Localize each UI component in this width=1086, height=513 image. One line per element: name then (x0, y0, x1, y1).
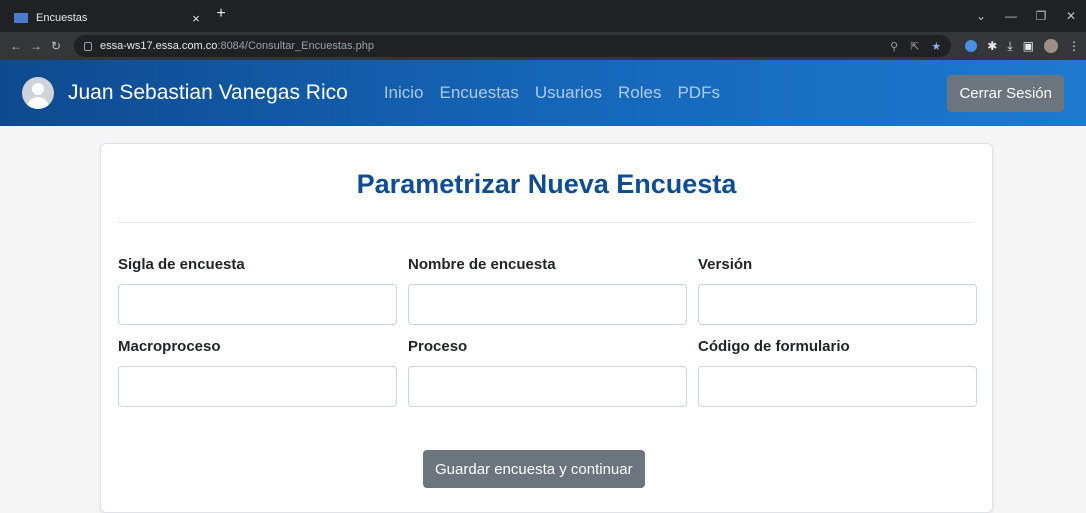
logout-button[interactable]: Cerrar Sesión (947, 74, 1064, 112)
nav-link-pdfs[interactable]: PDFs (677, 83, 720, 103)
codigo-formulario-input[interactable] (698, 366, 977, 407)
survey-form-card: Parametrizar Nueva Encuesta Sigla de enc… (100, 143, 993, 513)
field-proceso: Proceso (408, 338, 687, 407)
reload-icon[interactable]: ↻ (46, 39, 66, 53)
field-macroproceso: Macroproceso (118, 338, 397, 407)
field-codigo: Código de formulario (698, 338, 977, 407)
tab-search-icon[interactable]: ⌄ (966, 9, 996, 23)
field-version: Versión (698, 256, 977, 325)
nav-link-inicio[interactable]: Inicio (384, 83, 424, 103)
form-grid: Sigla de encuesta Nombre de encuesta Ver… (118, 256, 977, 407)
page-title: Parametrizar Nueva Encuesta (356, 169, 737, 199)
browser-tab-bar: Encuestas × + ⌄ — ❐ ✕ (0, 0, 1086, 32)
tab-title: Encuestas (36, 12, 88, 24)
share-icon[interactable]: ⇱ (910, 40, 919, 53)
window-controls: ⌄ — ❐ ✕ (966, 0, 1086, 32)
sigla-input[interactable] (118, 284, 397, 325)
lock-icon[interactable] (84, 41, 92, 51)
field-label-proceso: Proceso (408, 338, 468, 355)
restore-icon[interactable]: ❐ (1026, 9, 1056, 23)
side-panel-icon[interactable]: ▣ (1023, 39, 1034, 53)
favicon-icon (14, 13, 28, 23)
field-label-codigo: Código de formulario (698, 338, 850, 355)
nav-link-usuarios[interactable]: Usuarios (535, 83, 602, 103)
field-sigla: Sigla de encuesta (118, 256, 397, 325)
url-path: :8084/Consultar_Encuestas.php (217, 40, 374, 52)
field-label-sigla: Sigla de encuesta (118, 256, 245, 273)
address-bar-row: ← → ↻ essa-ws17.essa.com.co :8084/Consul… (0, 32, 1086, 60)
bookmark-star-icon[interactable]: ★ (931, 40, 941, 53)
url-host: essa-ws17.essa.com.co (100, 40, 218, 52)
nav-link-roles[interactable]: Roles (618, 83, 661, 103)
macroproceso-input[interactable] (118, 366, 397, 407)
field-label-macroproceso: Macroproceso (118, 338, 221, 355)
new-tab-button[interactable]: + (210, 5, 232, 23)
divider (118, 222, 975, 223)
version-input[interactable] (698, 284, 977, 325)
field-nombre: Nombre de encuesta (408, 256, 687, 325)
menu-icon[interactable]: ⋮ (1068, 39, 1080, 53)
close-window-icon[interactable]: ✕ (1056, 9, 1086, 23)
close-tab-icon[interactable]: × (186, 11, 206, 26)
extensions-puzzle-icon[interactable]: ✱ (987, 39, 997, 53)
zoom-icon[interactable]: ⚲ (890, 40, 898, 53)
main-nav: Inicio Encuestas Usuarios Roles PDFs (384, 83, 720, 103)
proceso-input[interactable] (408, 366, 687, 407)
forward-icon[interactable]: → (26, 39, 46, 53)
nav-link-encuestas[interactable]: Encuestas (440, 83, 519, 103)
profile-avatar-icon[interactable] (1044, 39, 1058, 53)
field-label-nombre: Nombre de encuesta (408, 256, 556, 273)
save-survey-button[interactable]: Guardar encuesta y continuar (423, 450, 645, 488)
nombre-input[interactable] (408, 284, 687, 325)
field-label-version: Versión (698, 256, 753, 273)
minimize-icon[interactable]: — (996, 9, 1026, 23)
download-icon[interactable]: ⤓ (1007, 39, 1012, 54)
user-name: Juan Sebastian Vanegas Rico (68, 81, 348, 104)
app-navbar: Juan Sebastian Vanegas Rico Inicio Encue… (0, 60, 1086, 126)
user-avatar-icon (22, 77, 54, 109)
browser-tab[interactable]: Encuestas × (6, 4, 206, 32)
back-icon[interactable]: ← (6, 39, 26, 53)
url-input[interactable]: essa-ws17.essa.com.co :8084/Consultar_En… (74, 35, 952, 57)
extension-icon[interactable] (965, 40, 978, 52)
